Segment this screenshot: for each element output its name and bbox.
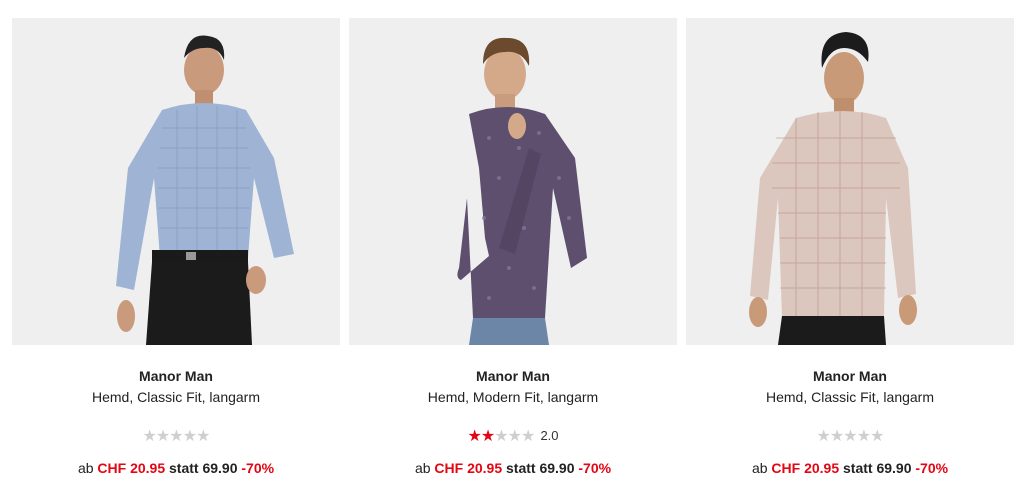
star-icon: ★ [155, 426, 171, 445]
rating-value: 2.0 [540, 428, 559, 443]
product-description[interactable]: Hemd, Modern Fit, langarm [349, 389, 677, 405]
star-icon: ★ [870, 426, 885, 445]
product-image[interactable] [686, 18, 1014, 345]
star-icon: ★ [521, 426, 536, 445]
product-image[interactable] [349, 18, 677, 345]
star-icon: ★ [480, 426, 496, 445]
current-price: CHF 20.95 [434, 460, 503, 476]
product-card[interactable]: Manor Man Hemd, Modern Fit, langarm ★ ★ … [349, 18, 677, 476]
price-prefix: ab [77, 460, 94, 476]
star-icon: ★ [169, 426, 184, 445]
rating-stars: ★ ★ ★ ★ ★ 2.0 [349, 428, 677, 444]
current-price: CHF 20.95 [97, 460, 166, 476]
star-icon: ★ [856, 426, 872, 445]
product-description[interactable]: Hemd, Classic Fit, langarm [12, 389, 340, 405]
star-icon: ★ [142, 426, 157, 445]
old-price: statt 69.90 [169, 460, 238, 476]
product-brand[interactable]: Manor Man [12, 368, 340, 384]
product-grid: Manor Man Hemd, Classic Fit, langarm ★ ★… [0, 0, 1024, 481]
star-icon: ★ [843, 426, 858, 445]
product-card[interactable]: Manor Man Hemd, Classic Fit, langarm ★ ★… [686, 18, 1014, 476]
product-card[interactable]: Manor Man Hemd, Classic Fit, langarm ★ ★… [12, 18, 340, 476]
star-icon: ★ [816, 426, 831, 445]
discount-badge: -70% [915, 460, 949, 476]
star-icon: ★ [196, 426, 211, 445]
star-icon: ★ [507, 426, 522, 445]
star-icon: ★ [829, 426, 845, 445]
product-brand[interactable]: Manor Man [686, 368, 1014, 384]
product-brand[interactable]: Manor Man [349, 368, 677, 384]
star-icon: ★ [494, 426, 509, 445]
product-description[interactable]: Hemd, Classic Fit, langarm [686, 389, 1014, 405]
discount-badge: -70% [578, 460, 612, 476]
price-prefix: ab [751, 460, 768, 476]
product-price: ab CHF 20.95 statt 69.90 -70% [12, 460, 340, 476]
rating-stars: ★ ★ ★ ★ ★ [12, 428, 340, 444]
old-price: statt 69.90 [843, 460, 912, 476]
rating-stars: ★ ★ ★ ★ ★ [686, 428, 1014, 444]
discount-badge: -70% [241, 460, 275, 476]
price-prefix: ab [414, 460, 431, 476]
product-price: ab CHF 20.95 statt 69.90 -70% [349, 460, 677, 476]
star-icon: ★ [467, 426, 482, 445]
star-icon: ★ [182, 426, 198, 445]
old-price: statt 69.90 [506, 460, 575, 476]
product-price: ab CHF 20.95 statt 69.90 -70% [686, 460, 1014, 476]
current-price: CHF 20.95 [771, 460, 840, 476]
product-image[interactable] [12, 18, 340, 345]
